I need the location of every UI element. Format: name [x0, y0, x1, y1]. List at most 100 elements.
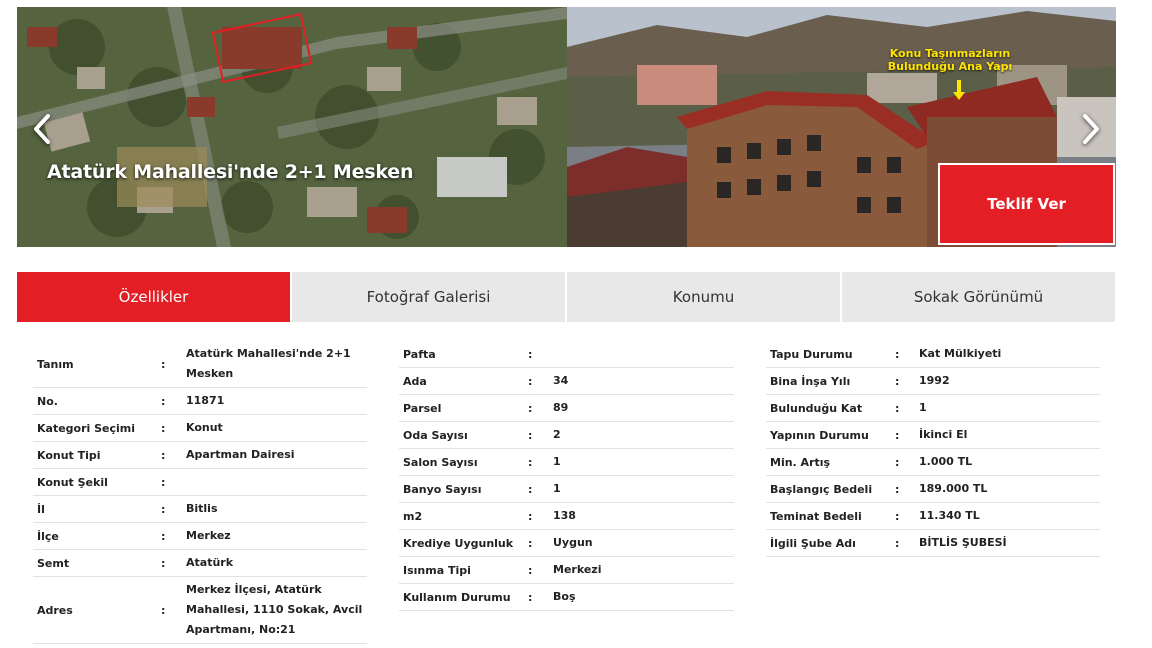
detail-label: No.: [37, 394, 58, 408]
tab-features[interactable]: Özellikler: [17, 272, 290, 322]
detail-label: Bulunduğu Kat: [770, 401, 863, 415]
detail-separator: :: [895, 482, 900, 496]
detail-row: Isınma Tipi: Merkezi: [399, 557, 734, 584]
detail-value: İkinci El: [919, 428, 968, 441]
detail-label: Tapu Durumu: [770, 347, 853, 361]
detail-value: [186, 479, 367, 485]
detail-label: Ada: [403, 374, 427, 388]
detail-row: Bulunduğu Kat: 1: [766, 395, 1100, 422]
detail-row: Yapının Durumu: İkinci El: [766, 422, 1100, 449]
detail-value: [553, 351, 734, 357]
detail-value: BİTLİS ŞUBESİ: [919, 536, 1007, 549]
prev-slide-button[interactable]: [25, 107, 59, 151]
detail-row: Pafta:: [399, 341, 734, 368]
detail-separator: :: [895, 347, 900, 361]
listing-title: Atatürk Mahallesi'nde 2+1 Mesken: [47, 161, 414, 183]
detail-separator: :: [528, 374, 533, 388]
detail-label: İlgili Şube Adı: [770, 536, 856, 550]
detail-value: 1: [553, 482, 561, 495]
detail-value: Boş: [553, 590, 576, 603]
detail-value: 11.340 TL: [919, 509, 980, 522]
detail-separator: :: [161, 529, 166, 543]
detail-row: İlgili Şube Adı: BİTLİS ŞUBESİ: [766, 530, 1100, 557]
detail-label: Kullanım Durumu: [403, 590, 511, 604]
detail-row: Kategori Seçimi: Konut: [33, 415, 367, 442]
detail-row: Konut Tipi: Apartman Dairesi: [33, 442, 367, 469]
detail-label: Konut Şekil: [37, 475, 108, 489]
detail-separator: :: [528, 563, 533, 577]
detail-label: İlçe: [37, 529, 59, 543]
chevron-right-icon: [1083, 114, 1099, 144]
detail-row: Oda Sayısı: 2: [399, 422, 734, 449]
detail-separator: :: [528, 590, 533, 604]
detail-value: Uygun: [553, 536, 593, 549]
detail-value: 1: [553, 455, 561, 468]
detail-label: Adres: [37, 603, 73, 617]
detail-label: Krediye Uygunluk: [403, 536, 514, 550]
detail-label: Teminat Bedeli: [770, 509, 862, 523]
detail-row: Banyo Sayısı: 1: [399, 476, 734, 503]
arrow-down-icon: [953, 80, 965, 100]
detail-row: Tapu Durumu: Kat Mülkiyeti: [766, 341, 1100, 368]
detail-separator: :: [161, 421, 166, 435]
detail-value: Merkez: [186, 529, 231, 542]
detail-value: Merkezi: [553, 563, 602, 576]
detail-separator: :: [528, 455, 533, 469]
detail-value: Konut: [186, 421, 223, 434]
detail-row: Adres: Merkez İlçesi, Atatürk Mahallesi, …: [33, 577, 367, 644]
detail-separator: :: [528, 482, 533, 496]
detail-label: Banyo Sayısı: [403, 482, 482, 496]
image-annotation: Konu Taşınmazların Bulunduğu Ana Yapı: [887, 47, 1013, 73]
detail-label: İl: [37, 502, 45, 516]
offer-button[interactable]: Teklif Ver: [938, 163, 1115, 245]
detail-separator: :: [895, 509, 900, 523]
detail-row: Ada: 34: [399, 368, 734, 395]
detail-value: 1: [919, 401, 927, 414]
detail-row: Semt: Atatürk: [33, 550, 367, 577]
detail-row: İl: Bitlis: [33, 496, 367, 523]
detail-separator: :: [161, 357, 166, 371]
tab-location[interactable]: Konumu: [567, 272, 840, 322]
detail-value: 2: [553, 428, 561, 441]
detail-row: Başlangıç Bedeli: 189.000 TL: [766, 476, 1100, 503]
detail-separator: :: [895, 428, 900, 442]
detail-value: Bitlis: [186, 502, 218, 515]
detail-label: Parsel: [403, 401, 442, 415]
detail-row: İlçe: Merkez: [33, 523, 367, 550]
detail-separator: :: [161, 448, 166, 462]
detail-label: Isınma Tipi: [403, 563, 471, 577]
detail-separator: :: [528, 347, 533, 361]
detail-value: 1992: [919, 374, 950, 387]
detail-label: Yapının Durumu: [770, 428, 869, 442]
detail-row: No.: 11871: [33, 388, 367, 415]
detail-separator: :: [161, 502, 166, 516]
details-column-3: Tapu Durumu: Kat Mülkiyeti Bina İnşa Yılı:…: [766, 341, 1100, 557]
detail-label: Başlangıç Bedeli: [770, 482, 873, 496]
detail-value: 1.000 TL: [919, 455, 973, 468]
detail-value: Kat Mülkiyeti: [919, 347, 1002, 360]
chevron-left-icon: [34, 114, 50, 144]
detail-label: Bina İnşa Yılı: [770, 374, 851, 388]
detail-separator: :: [161, 475, 166, 489]
detail-value: 11871: [186, 394, 225, 407]
detail-separator: :: [895, 401, 900, 415]
detail-separator: :: [528, 401, 533, 415]
detail-row: Salon Sayısı: 1: [399, 449, 734, 476]
tab-street-view[interactable]: Sokak Görünümü: [842, 272, 1115, 322]
details-column-1: Tanım: Atatürk Mahallesi'nde 2+1 Mesken No…: [33, 341, 367, 644]
detail-row: Kullanım Durumu: Boş: [399, 584, 734, 611]
detail-label: Konut Tipi: [37, 448, 101, 462]
tab-photo-gallery[interactable]: Fotoğraf Galerisi: [292, 272, 565, 322]
next-slide-button[interactable]: [1074, 107, 1108, 151]
property-image-slider[interactable]: Atatürk Mahallesi'nde 2+1 Mesken Konu Ta…: [17, 7, 1116, 247]
detail-row: Parsel: 89: [399, 395, 734, 422]
detail-row: Krediye Uygunluk: Uygun: [399, 530, 734, 557]
detail-value: 34: [553, 374, 569, 387]
detail-label: Pafta: [403, 347, 436, 361]
detail-separator: :: [528, 509, 533, 523]
detail-label: m2: [403, 509, 423, 523]
detail-label: Tanım: [37, 357, 74, 371]
detail-separator: :: [528, 536, 533, 550]
detail-separator: :: [895, 536, 900, 550]
detail-separator: :: [161, 603, 166, 617]
